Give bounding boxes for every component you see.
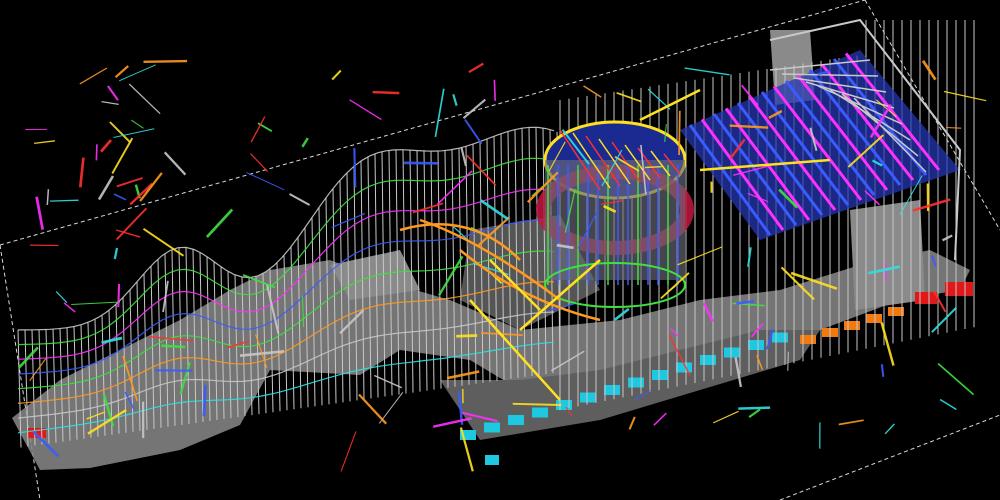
- brace-member: [139, 172, 163, 202]
- foundation-block: [485, 455, 499, 465]
- brace-member: [142, 227, 185, 257]
- foundation-block: [604, 385, 620, 395]
- brace-member: [678, 110, 681, 156]
- brace-member: [456, 334, 478, 338]
- foundation-block: [800, 335, 816, 344]
- brace-member: [46, 189, 50, 205]
- brace-member: [288, 193, 311, 206]
- brace-member: [748, 408, 761, 418]
- brace-member: [111, 137, 134, 174]
- brace-member: [246, 172, 285, 191]
- foundation-block: [915, 292, 937, 304]
- foundation-block: [866, 314, 882, 323]
- brace-member: [466, 154, 497, 186]
- foundation-block: [700, 355, 716, 365]
- brace-member: [97, 175, 115, 201]
- brace-member: [113, 193, 127, 201]
- brace-member: [738, 406, 771, 410]
- brace-member: [55, 290, 68, 304]
- brace-member: [880, 322, 895, 366]
- brace-member: [583, 85, 602, 98]
- brace-member: [128, 83, 161, 115]
- brace-member: [684, 67, 730, 76]
- brace-member: [17, 346, 39, 369]
- brace-member: [653, 412, 667, 426]
- brace-member: [880, 364, 885, 378]
- brace-member: [113, 247, 119, 260]
- brace-member: [331, 212, 366, 228]
- brace-member: [374, 374, 402, 389]
- brace-member: [117, 283, 121, 308]
- brace-member: [250, 116, 266, 143]
- brace-member: [939, 398, 957, 411]
- brace-member: [937, 362, 975, 396]
- brace-member: [884, 423, 896, 435]
- foundation-block: [844, 321, 860, 330]
- brace-member: [468, 62, 484, 74]
- brace-member: [114, 65, 129, 79]
- brace-member: [644, 165, 662, 169]
- brace-member: [95, 144, 98, 161]
- structural-model-wireframe[interactable]: [0, 0, 1000, 500]
- brace-member: [107, 85, 119, 101]
- foundation-block: [724, 347, 740, 358]
- brace-member: [163, 151, 187, 176]
- brace-member: [838, 419, 864, 426]
- brace-member: [99, 139, 113, 153]
- brace-member: [49, 199, 79, 202]
- brace-member: [71, 301, 121, 306]
- foundation-block: [945, 282, 973, 296]
- brace-member: [512, 402, 562, 406]
- brace-member: [464, 118, 483, 145]
- foundation-block: [772, 332, 788, 343]
- foundation-block: [628, 377, 644, 388]
- brace-member: [202, 385, 207, 417]
- brace-member: [331, 69, 342, 81]
- brace-member: [340, 431, 357, 472]
- brace-member: [712, 410, 739, 424]
- brace-member: [301, 137, 309, 148]
- brace-member: [432, 417, 472, 428]
- brace-member: [452, 93, 458, 107]
- brace-member: [101, 100, 119, 106]
- brace-member: [434, 88, 445, 138]
- brace-member: [78, 157, 85, 188]
- brace-member: [143, 59, 188, 63]
- brace-member: [946, 126, 962, 129]
- brace-member: [118, 64, 156, 82]
- brace-member: [628, 416, 636, 430]
- brace-member: [787, 351, 789, 371]
- brace-member: [79, 67, 108, 85]
- foundation-block: [652, 370, 668, 380]
- brace-member: [493, 79, 497, 101]
- brace-member: [446, 370, 480, 380]
- brace-member: [29, 358, 47, 382]
- brace-member: [358, 393, 388, 425]
- brace-member: [372, 90, 400, 95]
- brace-member: [616, 91, 642, 103]
- foundation-block: [484, 422, 500, 433]
- brace-member: [35, 196, 45, 230]
- brace-member: [116, 177, 143, 188]
- brace-member: [109, 121, 132, 144]
- brace-member: [614, 307, 630, 321]
- foundation-block: [580, 392, 596, 403]
- foundation-block: [532, 407, 548, 418]
- primary-beam: [639, 88, 701, 122]
- cylindrical-drum-structure: [536, 120, 694, 308]
- brace-member: [130, 119, 144, 129]
- foundation-block: [748, 340, 764, 350]
- brace-member: [34, 140, 55, 145]
- brace-member: [250, 153, 269, 173]
- brace-member: [438, 255, 464, 297]
- 3d-model-viewport[interactable]: [0, 0, 1000, 500]
- east-core: [850, 200, 925, 310]
- brace-member: [460, 147, 467, 167]
- foundation-block: [508, 415, 524, 425]
- brace-member: [353, 148, 357, 188]
- brace-member: [161, 344, 186, 349]
- brace-member: [349, 99, 382, 121]
- brace-member: [205, 208, 234, 239]
